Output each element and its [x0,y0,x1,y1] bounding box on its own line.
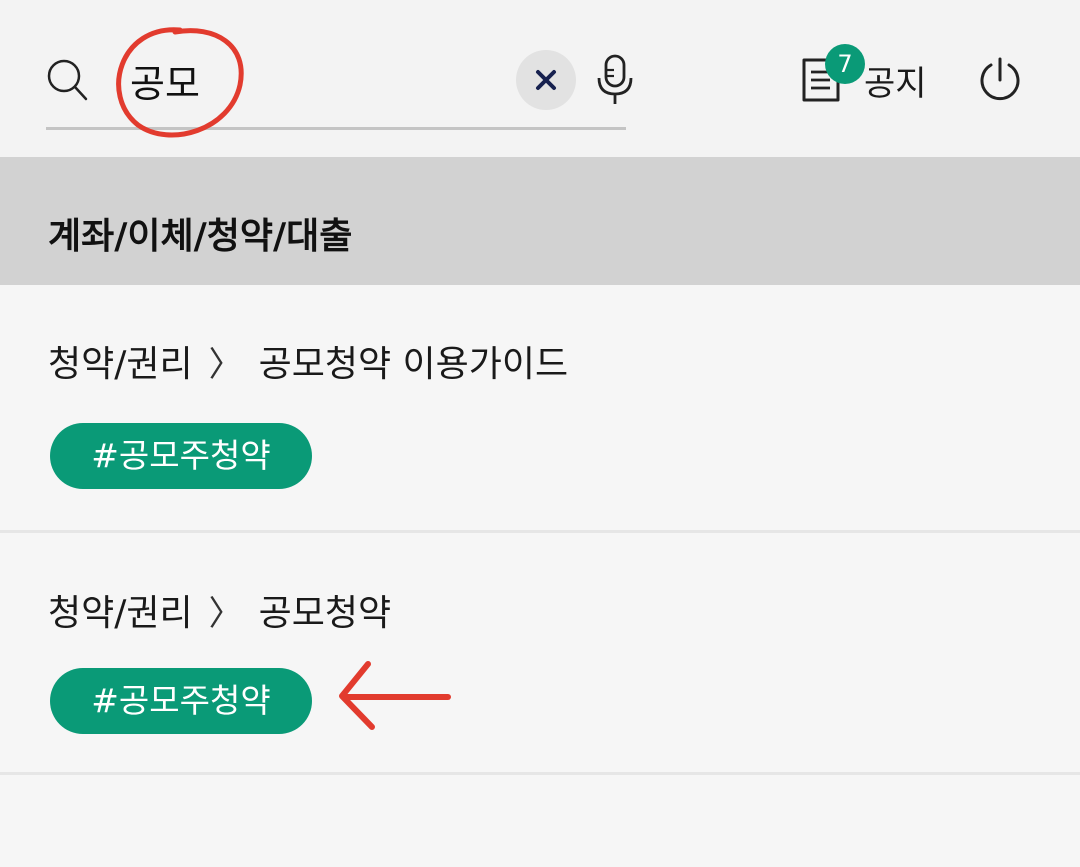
divider [0,530,1080,533]
notice-label: 공지 [864,64,927,104]
top-bar: 7 공지 [0,0,1080,157]
section-title: 계좌/이체/청약/대출 [48,216,353,257]
result-page: 공모청약 이용가이드 [258,344,569,385]
result-category: 청약/권리 [48,593,193,634]
chevron-right-icon: 〉 [208,594,243,634]
search-icon [47,59,88,101]
power-icon[interactable] [976,56,1024,104]
search-input[interactable] [130,52,490,108]
microphone-icon[interactable] [594,52,638,108]
divider [0,772,1080,775]
notice-button[interactable]: 7 공지 [800,44,940,110]
result-page: 공모청약 [258,593,392,634]
search-result-item[interactable]: 청약/권리 〉 공모청약 #공모주청약 [0,534,1080,772]
search-bar [46,40,633,130]
result-category: 청약/권리 [48,344,193,385]
notification-count-badge: 7 [825,44,865,84]
result-path: 청약/권리 〉 공모청약 이용가이드 [48,335,568,387]
clear-search-button[interactable] [516,50,576,110]
chevron-right-icon: 〉 [208,345,243,385]
result-section-header: 계좌/이체/청약/대출 [0,157,1080,285]
close-icon [536,70,556,90]
hashtag-chip[interactable]: #공모주청약 [50,668,312,734]
hashtag-chip[interactable]: #공모주청약 [50,423,312,489]
search-result-item[interactable]: 청약/권리 〉 공모청약 이용가이드 #공모주청약 [0,285,1080,530]
result-path: 청약/권리 〉 공모청약 [48,584,391,636]
